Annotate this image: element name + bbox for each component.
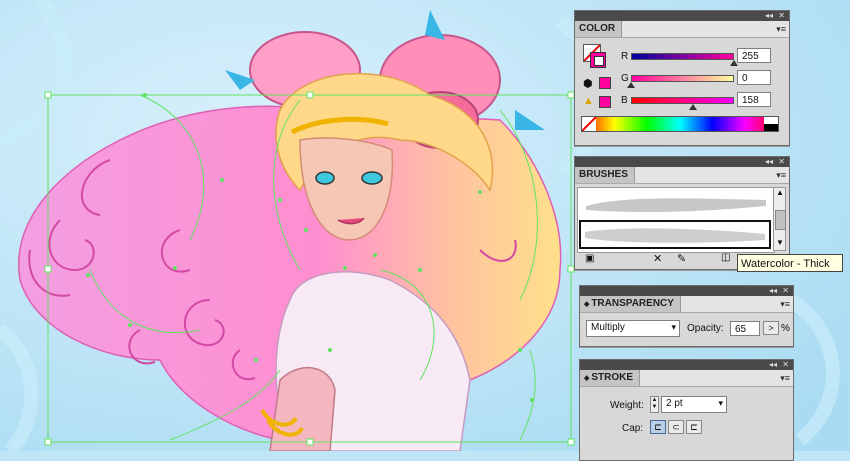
weight-label: Weight: bbox=[610, 400, 644, 411]
collapse-icon[interactable]: ◂◂ bbox=[765, 157, 773, 167]
opacity-input[interactable]: 65 bbox=[730, 321, 760, 336]
brush-item[interactable] bbox=[582, 192, 770, 216]
close-icon[interactable]: ✕ bbox=[782, 360, 789, 370]
brush-options-icon[interactable]: ✎ bbox=[677, 252, 686, 265]
panel-menu-icon[interactable]: ▾≡ bbox=[776, 23, 786, 35]
projecting-cap-button[interactable]: ⊏ bbox=[686, 420, 702, 434]
panel-menu-icon[interactable]: ▾≡ bbox=[780, 298, 790, 310]
arm bbox=[269, 366, 336, 451]
new-brush-icon[interactable]: ◫ bbox=[721, 252, 730, 263]
b-value-input[interactable]: 158 bbox=[737, 92, 771, 107]
brush-tooltip: Watercolor - Thick bbox=[737, 254, 843, 272]
b-label: B bbox=[621, 95, 628, 106]
chevron-down-icon: ▾ bbox=[671, 322, 676, 332]
b-slider[interactable] bbox=[631, 97, 734, 104]
tab-color[interactable]: COLOR bbox=[575, 21, 623, 37]
weight-stepper[interactable]: ▲ ▼ bbox=[650, 396, 659, 413]
cap-label: Cap: bbox=[622, 423, 644, 434]
brush-scrollbar[interactable]: ▲ ▼ bbox=[773, 187, 786, 251]
collapse-icon[interactable]: ◂◂ bbox=[765, 11, 773, 21]
r-label: R bbox=[621, 51, 629, 62]
tab-stroke-label: STROKE bbox=[591, 372, 633, 383]
color-panel: ◂◂ ✕ COLOR ▾≡ ⬢ ▲ R 255 G 0 B 158 bbox=[574, 10, 790, 146]
b-slider-thumb[interactable] bbox=[689, 104, 697, 110]
brushes-panel: ◂◂ ✕ BRUSHES ▾≡ ▲ ▼ ▣ ✕ ✎ ◫ bbox=[574, 156, 790, 270]
close-icon[interactable]: ✕ bbox=[782, 286, 789, 296]
tab-stroke[interactable]: ◆ STROKE bbox=[580, 370, 640, 386]
tab-transparency-label: TRANSPARENCY bbox=[591, 298, 674, 309]
weight-select[interactable]: 2 pt ▾ bbox=[661, 396, 727, 413]
weight-value: 2 pt bbox=[666, 398, 683, 409]
tab-transparency[interactable]: ◆ TRANSPARENCY bbox=[580, 296, 681, 312]
butt-cap-button[interactable]: ⊏ bbox=[650, 420, 666, 434]
blend-mode-select[interactable]: Multiply ▾ bbox=[586, 320, 680, 337]
opacity-slider-button[interactable]: > bbox=[763, 321, 779, 335]
g-slider[interactable] bbox=[631, 75, 734, 82]
scroll-down-icon[interactable]: ▼ bbox=[776, 238, 784, 247]
panel-menu-icon[interactable]: ▾≡ bbox=[776, 169, 786, 181]
close-icon[interactable]: ✕ bbox=[778, 11, 785, 21]
transparency-panel: ◂◂ ✕ ◆ TRANSPARENCY ▾≡ Multiply ▾ Opacit… bbox=[579, 285, 794, 347]
brush-item-selected[interactable] bbox=[579, 220, 771, 249]
eye-left bbox=[315, 171, 335, 185]
panel-titlebar[interactable]: ◂◂ ✕ bbox=[580, 286, 793, 296]
eye-right bbox=[361, 171, 383, 185]
brush-libraries-icon[interactable]: ▣ bbox=[585, 253, 594, 264]
brush-list bbox=[577, 187, 775, 253]
panel-menu-icon[interactable]: ▾≡ bbox=[780, 372, 790, 384]
collapse-icon[interactable]: ◂◂ bbox=[769, 360, 777, 370]
opacity-unit: % bbox=[781, 323, 790, 334]
gamut-swatch[interactable] bbox=[599, 96, 611, 108]
round-cap-button[interactable]: ⊂ bbox=[668, 420, 684, 434]
color-spectrum[interactable] bbox=[581, 116, 779, 132]
tab-brushes[interactable]: BRUSHES bbox=[575, 167, 635, 183]
none-color-icon bbox=[581, 116, 597, 132]
blend-mode-value: Multiply bbox=[591, 322, 625, 333]
g-value-input[interactable]: 0 bbox=[737, 70, 771, 85]
stroke-swatch[interactable] bbox=[590, 52, 606, 68]
collapse-icon[interactable]: ◂◂ bbox=[769, 286, 777, 296]
r-slider[interactable] bbox=[631, 53, 734, 60]
remove-stroke-icon[interactable]: ✕ bbox=[653, 252, 662, 265]
g-slider-thumb[interactable] bbox=[627, 82, 635, 88]
cube-icon[interactable]: ⬢ bbox=[583, 77, 593, 90]
chevron-down-icon: ▾ bbox=[718, 398, 723, 408]
panel-titlebar[interactable]: ◂◂ ✕ bbox=[580, 360, 793, 370]
scroll-up-icon[interactable]: ▲ bbox=[776, 188, 784, 197]
close-icon[interactable]: ✕ bbox=[778, 157, 785, 167]
panel-titlebar[interactable]: ◂◂ ✕ bbox=[575, 11, 789, 21]
stroke-panel: ◂◂ ✕ ◆ STROKE ▾≡ Weight: ▲ ▼ 2 pt ▾ Cap: … bbox=[579, 359, 794, 461]
websafe-swatch[interactable] bbox=[599, 77, 611, 89]
warning-icon[interactable]: ▲ bbox=[583, 95, 594, 107]
panel-titlebar[interactable]: ◂◂ ✕ bbox=[575, 157, 789, 167]
r-value-input[interactable]: 255 bbox=[737, 48, 771, 63]
opacity-label: Opacity: bbox=[687, 323, 724, 334]
